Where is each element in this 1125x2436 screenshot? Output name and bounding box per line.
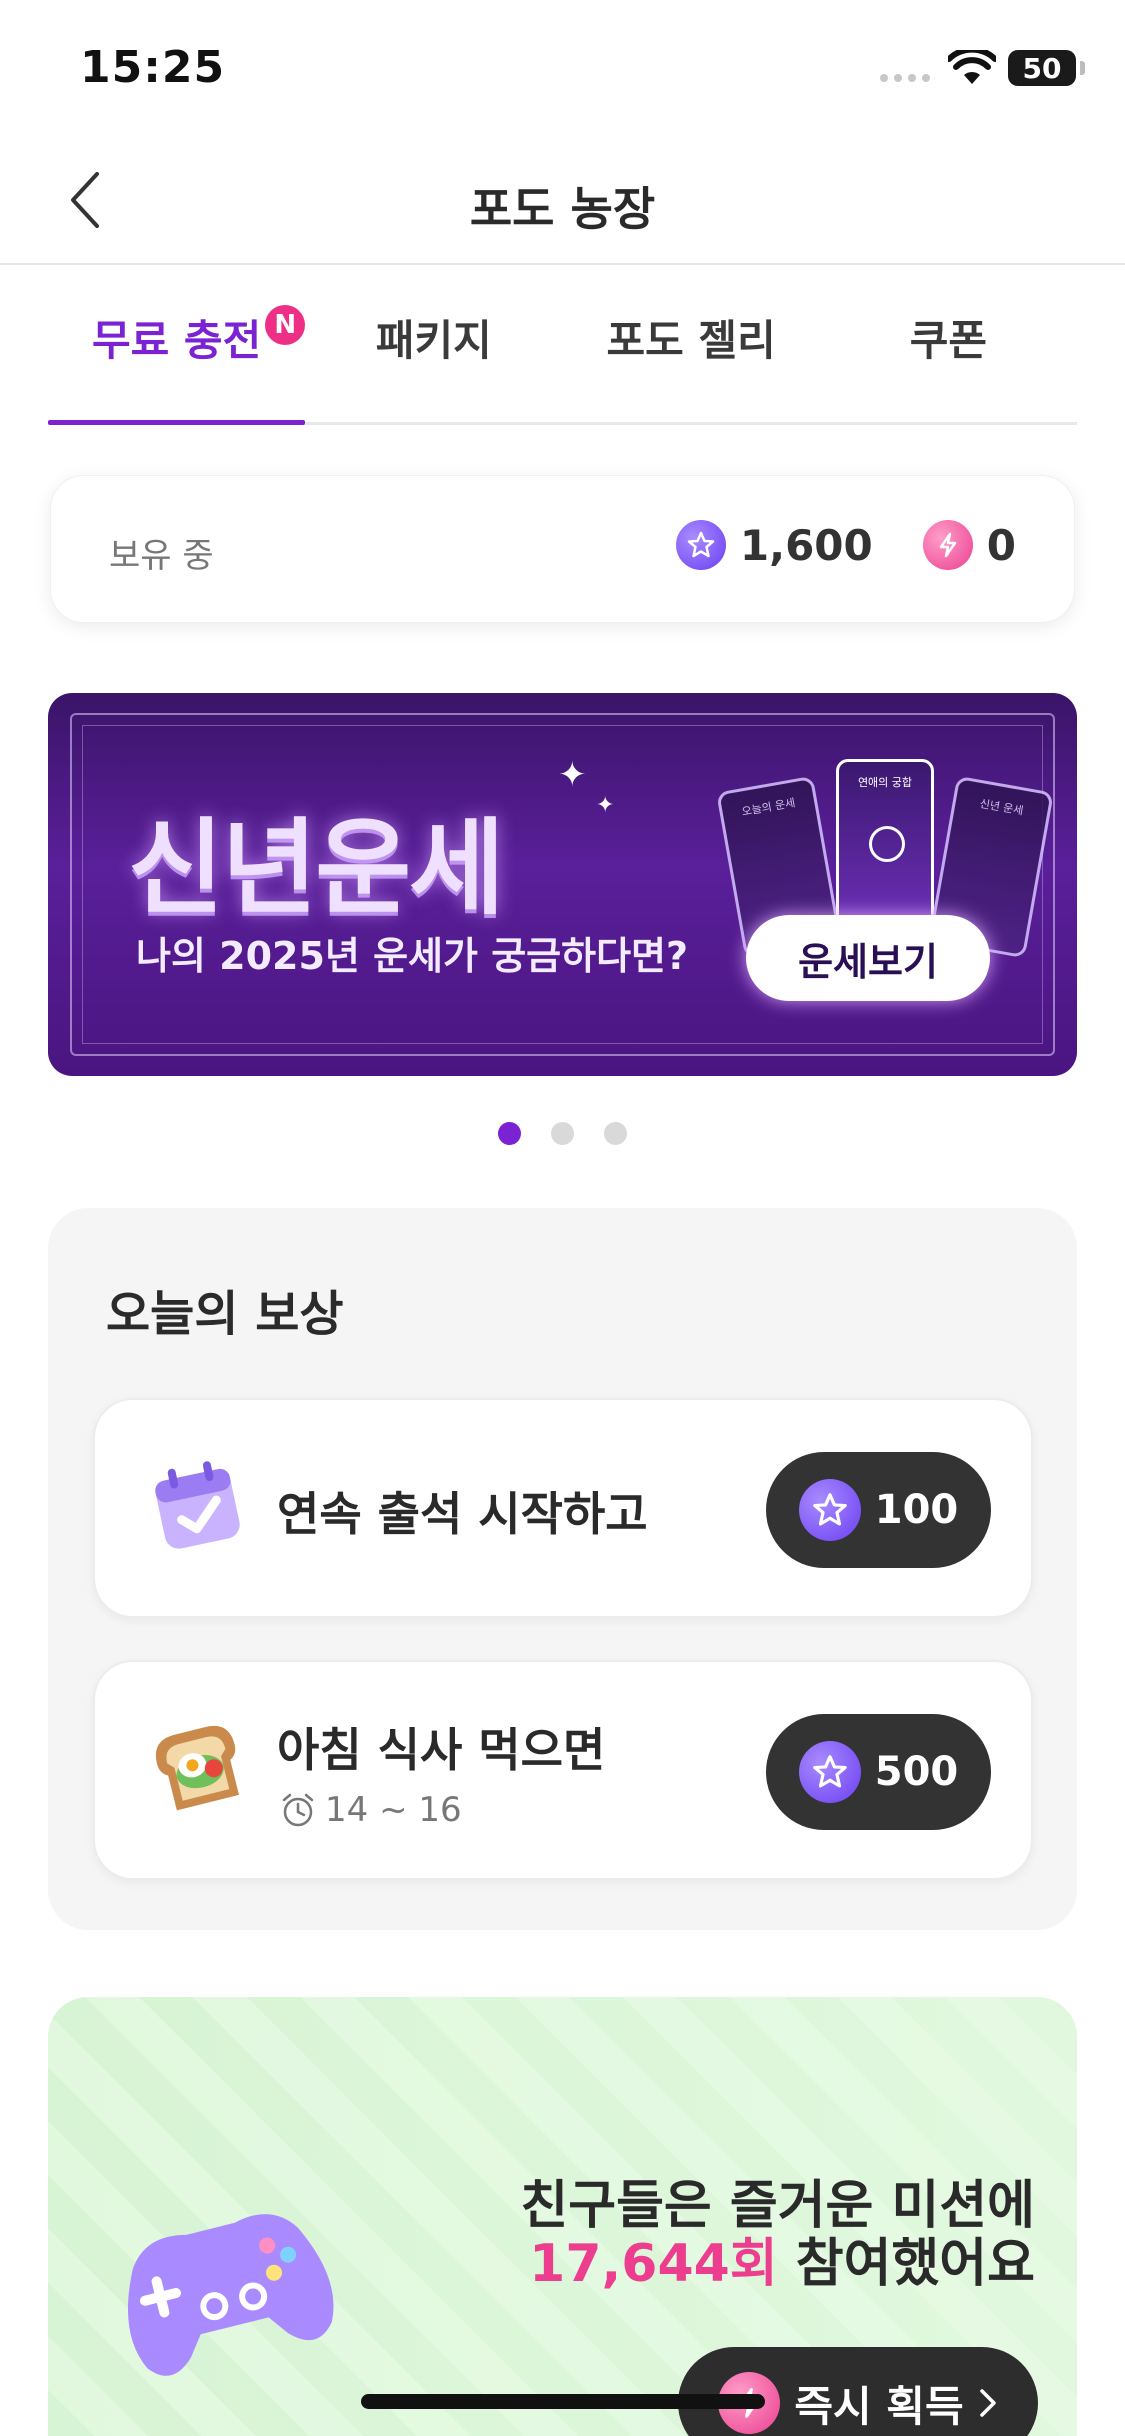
alarm-clock-icon: [282, 1793, 314, 1827]
reward-amount: 500: [874, 1749, 959, 1795]
pager-dot[interactable]: [604, 1122, 627, 1145]
tab-package[interactable]: 패키지: [305, 265, 562, 422]
toast-icon: [155, 1725, 239, 1811]
reward-amount-pill[interactable]: 500: [766, 1714, 991, 1830]
grape-star-coin-icon: [798, 1741, 861, 1803]
fortune-button[interactable]: 운세보기: [746, 915, 990, 1001]
mission-text-line2: 17,644회 참여했어요: [529, 2221, 1035, 2296]
reward-amount-pill[interactable]: 100: [766, 1452, 991, 1568]
game-controller-icon: [128, 2214, 334, 2376]
battery-icon: 50: [1008, 50, 1085, 86]
tab-label: 포도 젤리: [606, 316, 776, 365]
heart-icon: [869, 826, 905, 862]
reward-time: 14 ~ 16: [279, 1790, 462, 1830]
instant-get-label: 즉시 획득: [794, 2381, 964, 2431]
tarot-card: 연애의 궁합: [836, 759, 934, 927]
balance-card: 보유 중 1,600 0: [50, 475, 1075, 623]
tarot-card-label: 오늘의 운세: [740, 796, 797, 819]
cellular-signal-icon: [880, 74, 930, 82]
reward-item-breakfast[interactable]: 아침 식사 먹으면 14 ~ 16 500: [93, 1660, 1033, 1880]
sparkle-icon: ✦: [596, 793, 615, 818]
status-bar: 15:25 50: [0, 0, 1125, 135]
nav-bar: 포도 농장: [0, 135, 1125, 265]
balance-values: 1,600 0: [675, 520, 1016, 570]
new-badge: N: [265, 305, 306, 345]
tab-label: 쿠폰: [909, 316, 988, 365]
banner-subtitle: 나의 2025년 운세가 궁금하다면?: [136, 934, 689, 978]
tarot-card-label: 신년 운세: [978, 797, 1025, 818]
tab-coupon[interactable]: 쿠폰: [820, 265, 1077, 422]
lightning-coin-icon: [922, 520, 973, 570]
tarot-card-label: 연애의 궁합: [857, 776, 913, 789]
todays-rewards-section: 오늘의 보상 연속 출석 시작하고 100 아침 식사 먹으면 14 ~ 16 …: [48, 1208, 1077, 1930]
grape-star-coin-icon: [798, 1479, 861, 1541]
sparkle-icon: ✦: [558, 755, 587, 795]
reward-label: 연속 출석 시작하고: [277, 1487, 648, 1541]
pager-dot[interactable]: [551, 1122, 574, 1145]
instant-get-button[interactable]: 즉시 획득: [678, 2347, 1038, 2436]
grape-star-coin-icon: [675, 520, 726, 570]
calendar-check-icon: [155, 1461, 240, 1549]
page-title: 포도 농장: [469, 182, 656, 236]
tab-label: 패키지: [375, 316, 492, 365]
battery-level: 50: [1022, 51, 1062, 85]
reward-amount: 100: [874, 1487, 959, 1533]
tab-grape-jelly[interactable]: 포도 젤리: [563, 265, 820, 422]
balance-label: 보유 중: [109, 536, 214, 576]
tab-label: 무료 충전: [92, 316, 262, 365]
tab-bar: 무료 충전 N 패키지 포도 젤리 쿠폰: [48, 265, 1077, 425]
banner-title: 신년운세: [128, 807, 505, 929]
grape-points-value: 1,600: [739, 520, 873, 570]
chevron-right-icon: [979, 2389, 996, 2417]
mission-text-suffix: 참여했어요: [777, 2234, 1035, 2294]
reward-time-range: 14 ~ 16: [325, 1790, 462, 1830]
wifi-icon: [948, 50, 996, 84]
status-time: 15:25: [80, 42, 226, 93]
pager-dot[interactable]: [498, 1122, 521, 1145]
tab-free-charge[interactable]: 무료 충전 N: [48, 265, 306, 425]
promo-banner[interactable]: ✦ ✦ 신년운세 나의 2025년 운세가 궁금하다면? 오늘의 운세 연애의 …: [48, 693, 1077, 1076]
mission-count: 17,644회: [529, 2234, 778, 2294]
mission-banner: 친구들은 즐거운 미션에 17,644회 참여했어요 즉시 획득: [48, 1997, 1077, 2436]
banner-pager: [0, 1122, 1125, 1145]
home-indicator[interactable]: [361, 2394, 765, 2409]
jelly-points-value: 0: [986, 520, 1016, 570]
section-title: 오늘의 보상: [106, 1286, 344, 1342]
reward-label: 아침 식사 먹으면: [277, 1723, 606, 1777]
reward-item-attendance[interactable]: 연속 출석 시작하고 100: [93, 1398, 1033, 1618]
